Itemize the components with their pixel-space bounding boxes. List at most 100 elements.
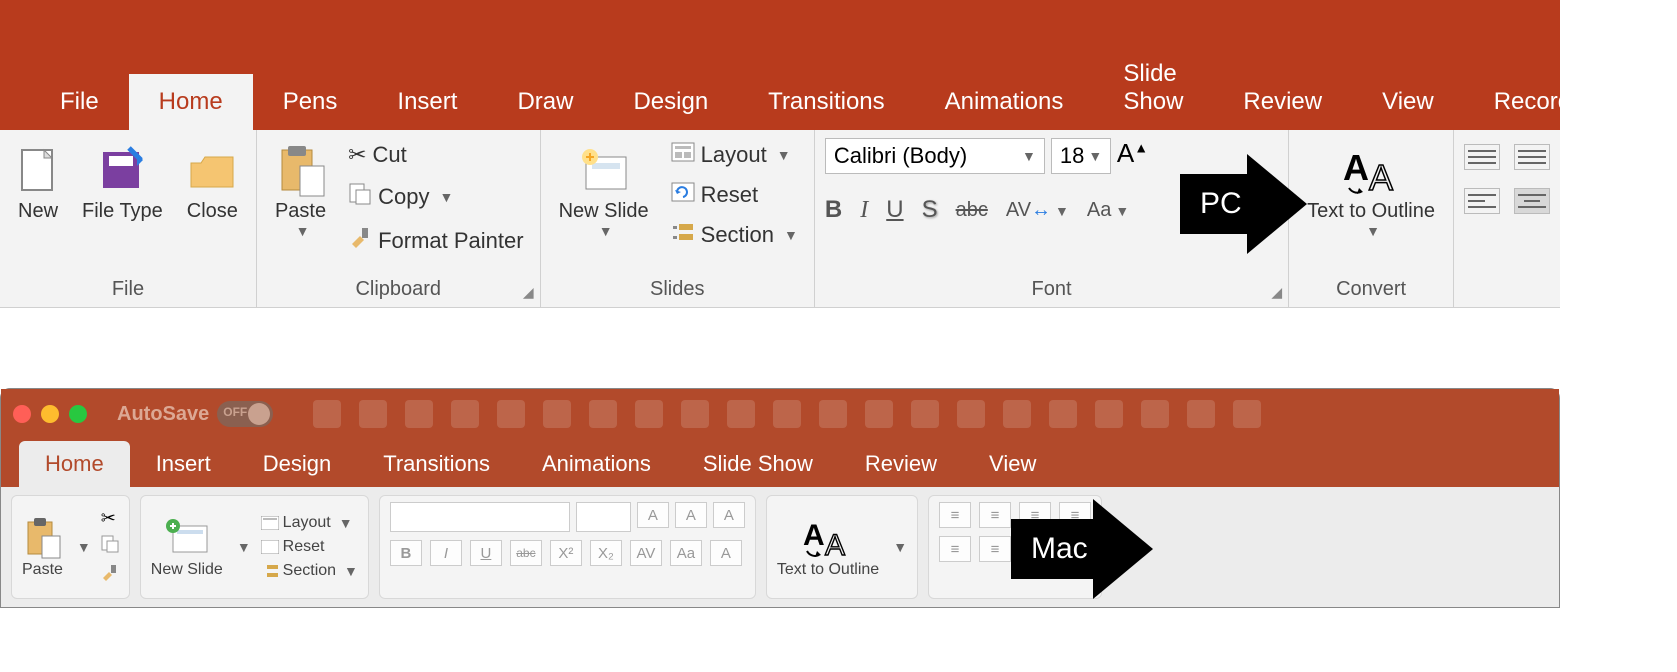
- qa-button[interactable]: [911, 400, 939, 428]
- mac-italic-button[interactable]: I: [430, 540, 462, 566]
- mac-grow-font-button[interactable]: A: [637, 502, 669, 528]
- close-button[interactable]: Close: [179, 138, 246, 227]
- font-size-dropdown[interactable]: 18 ▼: [1051, 138, 1111, 174]
- section-button[interactable]: Section ▼: [665, 218, 804, 252]
- tab-insert[interactable]: Insert: [367, 74, 487, 130]
- mac-shrink-font-button[interactable]: A: [675, 502, 707, 528]
- mac-tab-slideshow[interactable]: Slide Show: [677, 441, 839, 487]
- mac-layout-button[interactable]: Layout▼: [261, 514, 358, 532]
- qa-button[interactable]: [635, 400, 663, 428]
- tab-design[interactable]: Design: [603, 74, 738, 130]
- tab-review[interactable]: Review: [1213, 74, 1352, 130]
- qa-button[interactable]: [543, 400, 571, 428]
- mac-subscript-button[interactable]: X₂: [590, 540, 622, 566]
- mac-tab-home[interactable]: Home: [19, 441, 130, 487]
- numbering-button[interactable]: [1514, 144, 1550, 170]
- mac-align-left-button[interactable]: ≡: [939, 536, 971, 562]
- align-left-button[interactable]: [1464, 188, 1500, 214]
- mac-align-center-button[interactable]: ≡: [979, 536, 1011, 562]
- qa-button[interactable]: [1095, 400, 1123, 428]
- tab-transitions[interactable]: Transitions: [738, 74, 914, 130]
- mac-spacing-button[interactable]: AV: [630, 540, 662, 566]
- qa-button[interactable]: [1233, 400, 1261, 428]
- paste-button[interactable]: Paste ▼: [267, 138, 334, 243]
- mac-clear-format-button[interactable]: A: [713, 502, 745, 528]
- qa-button[interactable]: [1187, 400, 1215, 428]
- new-slide-button[interactable]: New Slide ▼: [551, 138, 657, 243]
- italic-button[interactable]: I: [860, 197, 868, 224]
- align-center-button[interactable]: [1514, 188, 1550, 214]
- close-window-button[interactable]: [13, 405, 31, 423]
- format-painter-button[interactable]: Format Painter: [342, 222, 530, 260]
- mac-font-name-dropdown[interactable]: [390, 502, 570, 532]
- qa-button[interactable]: [589, 400, 617, 428]
- shadow-button[interactable]: S: [922, 196, 938, 224]
- mac-superscript-button[interactable]: X²: [550, 540, 582, 566]
- underline-button[interactable]: U: [886, 196, 903, 224]
- font-name-dropdown[interactable]: Calibri (Body) ▼: [825, 138, 1045, 174]
- text-to-outline-button[interactable]: AA Text to Outline ▼: [1299, 138, 1443, 243]
- cut-button[interactable]: ✂ Cut: [342, 138, 530, 172]
- qa-button[interactable]: [727, 400, 755, 428]
- mac-tab-view[interactable]: View: [963, 441, 1062, 487]
- dialog-launcher-icon[interactable]: ◢: [523, 284, 534, 301]
- chevron-down-icon[interactable]: ▼: [237, 539, 251, 555]
- char-spacing-button[interactable]: AV↔▼: [1006, 199, 1069, 222]
- mac-reset-button[interactable]: Reset: [261, 538, 358, 556]
- mac-text-to-outline-button[interactable]: AA Text to Outline: [777, 515, 879, 579]
- mac-numbering-button[interactable]: ≡: [979, 502, 1011, 528]
- qa-button[interactable]: [681, 400, 709, 428]
- chevron-down-icon[interactable]: ▼: [893, 539, 907, 555]
- filetype-button[interactable]: File Type: [74, 138, 171, 227]
- tab-home[interactable]: Home: [129, 74, 253, 130]
- mac-paste-button[interactable]: Paste: [22, 515, 63, 579]
- reset-button[interactable]: Reset: [665, 178, 804, 212]
- mac-bullets-button[interactable]: ≡: [939, 502, 971, 528]
- qa-button[interactable]: [819, 400, 847, 428]
- mac-tab-design[interactable]: Design: [237, 441, 357, 487]
- mac-section-button[interactable]: Section▼: [261, 562, 358, 580]
- tab-draw[interactable]: Draw: [487, 74, 603, 130]
- mac-tab-animations[interactable]: Animations: [516, 441, 677, 487]
- mac-tab-insert[interactable]: Insert: [130, 441, 237, 487]
- tab-slideshow[interactable]: Slide Show: [1093, 46, 1213, 130]
- mac-new-slide-button[interactable]: New Slide: [151, 515, 223, 579]
- tab-animations[interactable]: Animations: [915, 74, 1094, 130]
- mac-case-button[interactable]: Aa: [670, 540, 702, 566]
- qa-button[interactable]: [497, 400, 525, 428]
- strikethrough-button[interactable]: abc: [956, 199, 988, 222]
- bullets-button[interactable]: [1464, 144, 1500, 170]
- qa-button[interactable]: [865, 400, 893, 428]
- mac-bold-button[interactable]: B: [390, 540, 422, 566]
- tab-view[interactable]: View: [1352, 74, 1464, 130]
- bold-button[interactable]: B: [825, 196, 842, 224]
- mac-font-size-dropdown[interactable]: [576, 502, 631, 532]
- layout-button[interactable]: Layout ▼: [665, 138, 804, 172]
- qa-button[interactable]: [773, 400, 801, 428]
- mac-tab-transitions[interactable]: Transitions: [357, 441, 516, 487]
- brush-icon[interactable]: [101, 564, 119, 587]
- grow-font-button[interactable]: A▲: [1117, 138, 1148, 174]
- new-button[interactable]: New: [10, 138, 66, 227]
- mac-strike-button[interactable]: abc: [510, 540, 542, 566]
- qa-button[interactable]: [405, 400, 433, 428]
- scissors-icon[interactable]: ✂: [101, 508, 119, 529]
- autosave-toggle[interactable]: AutoSave OFF: [117, 401, 273, 427]
- tab-pens[interactable]: Pens: [253, 74, 368, 130]
- qa-button[interactable]: [451, 400, 479, 428]
- tab-recording[interactable]: Recording: [1464, 74, 1633, 130]
- qa-button[interactable]: [1003, 400, 1031, 428]
- qa-button[interactable]: [957, 400, 985, 428]
- mac-underline-button[interactable]: U: [470, 540, 502, 566]
- dialog-launcher-icon[interactable]: ◢: [1271, 284, 1282, 301]
- qa-button[interactable]: [1141, 400, 1169, 428]
- copy-icon[interactable]: [101, 535, 119, 558]
- change-case-button[interactable]: Aa▼: [1087, 199, 1129, 222]
- zoom-window-button[interactable]: [69, 405, 87, 423]
- qa-button[interactable]: [1049, 400, 1077, 428]
- chevron-down-icon[interactable]: ▼: [77, 539, 91, 555]
- tab-file[interactable]: File: [30, 74, 129, 130]
- mac-tab-review[interactable]: Review: [839, 441, 963, 487]
- qa-button[interactable]: [313, 400, 341, 428]
- copy-button[interactable]: Copy ▼: [342, 178, 530, 216]
